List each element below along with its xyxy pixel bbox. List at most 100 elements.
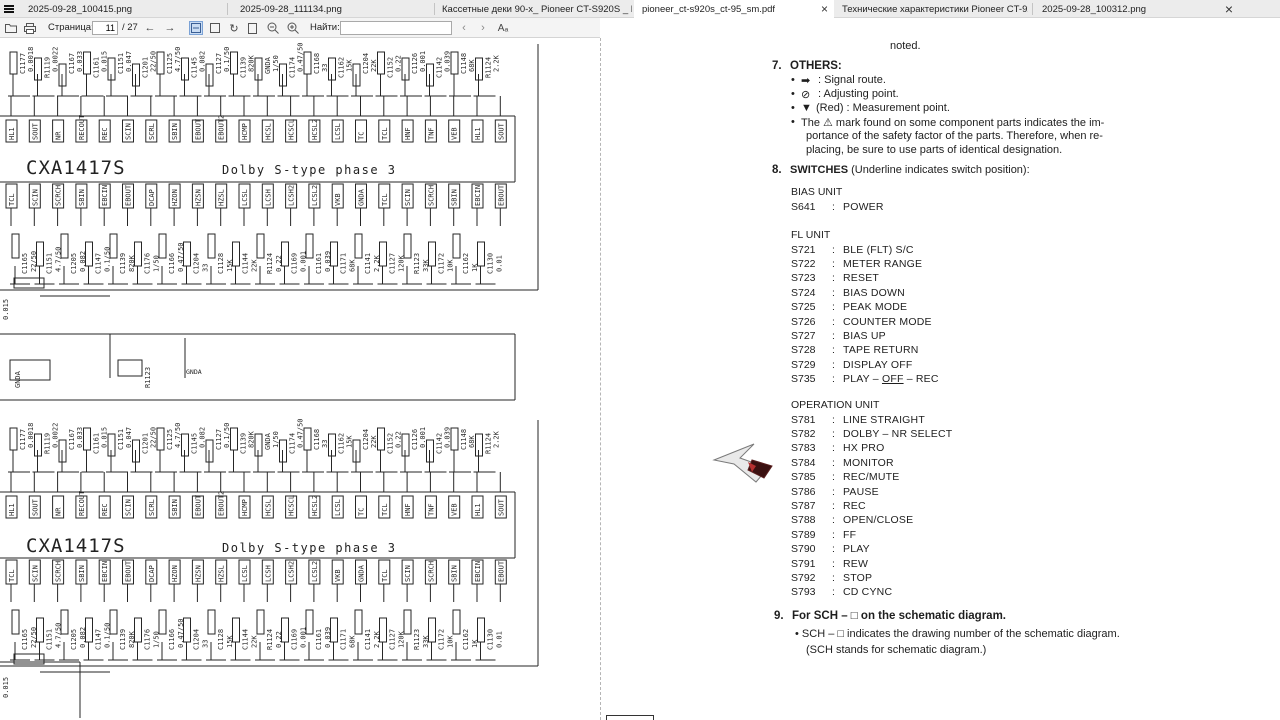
ic-pin-label: SBIN [171,499,179,516]
page-number-input[interactable] [92,21,118,35]
resistor-box [450,51,459,75]
ic-pin-label: TCL [381,503,389,516]
ic-pin-label: SCIN [404,189,412,206]
tab-web-article[interactable]: Кассетные деки 90-х_ Pioneer CT-S920S _ … [434,0,632,18]
ground-label: GNDA [186,368,202,376]
rotate-icon[interactable]: ↻ [227,21,241,35]
section-8-title: SWITCHES (Underline indicates switch pos… [790,164,1030,176]
switch-name: PEAK MODE [843,301,908,314]
tab-image-100415[interactable]: 2025-09-28_100415.png [20,0,225,18]
fit-width-icon[interactable] [189,21,203,35]
page-edge-tab [606,715,654,720]
switch-colon: : [832,257,835,270]
component-label: C1161 [315,253,323,274]
ic-pin-label: EBCIN [101,185,109,206]
ic-pin-label: HL1 [474,127,482,140]
tab-bar: 2025-09-28_100415.png 2025-09-28_111134.… [0,0,1280,18]
fit-page-icon[interactable] [208,21,222,35]
component-value: 33 [321,440,329,448]
ic-pin-label: HL1 [8,127,16,140]
component-value: 0.01 [496,255,504,272]
find-previous-icon[interactable]: ‹ [457,21,471,35]
component-value: 0.047 [125,427,133,448]
tab-image-100312[interactable]: 2025-09-28_100312.png [1034,0,1234,18]
component-value: 33 [202,640,210,648]
component-label: C1151 [46,253,54,274]
component-value: 0.22 [395,55,403,72]
resistor-box [477,617,485,643]
component-label: C1167 [68,53,76,74]
open-folder-icon[interactable] [4,21,18,35]
find-next-icon[interactable]: › [476,21,490,35]
switch-name: POWER [843,200,884,213]
adjusting-point-icon: ⊘ [801,89,811,101]
switch-colon: : [832,557,835,570]
tab-image-111134[interactable]: 2025-09-28_111134.png [232,0,432,18]
switch-code: S792 [791,571,816,584]
ic-pin-label: SCRL [148,123,156,140]
switch-code: S793 [791,586,816,599]
component-label: C1171 [340,253,348,274]
resistor-box [83,51,91,75]
zoom-out-icon[interactable] [266,21,280,35]
component-label: R1123 [144,367,152,388]
new-tab-close-icon[interactable]: × [1222,1,1236,17]
switch-code: S781 [791,413,816,426]
tab-separator [227,3,228,15]
page-total: / 27 [122,22,138,33]
ic-pin-label: TC [358,132,366,140]
component-label: C1145 [191,433,199,454]
switch-colon: : [832,543,835,556]
next-page-icon[interactable]: → [163,21,177,35]
bullet: • [791,116,795,128]
ic-pin-label: EBCIN [101,561,109,582]
component-label: GNDA [264,56,272,74]
tab-pdf-active[interactable]: pioneer_ct-s920s_ct-95_sm.pdf × [634,0,834,18]
resistor-box [452,233,461,259]
component-label: C1147 [95,629,103,650]
switch-name: BLE (FLT) S/C [843,243,914,256]
switch-code: S723 [791,272,816,285]
switch-colon: : [832,442,835,455]
ic-pin-label: VKB [334,569,342,582]
component-value: 0.033 [76,427,84,448]
previous-page-icon[interactable]: ← [143,21,157,35]
ic-pin-label: VEB [451,503,459,516]
close-tab-icon[interactable]: × [821,2,828,16]
resistor-box [450,427,459,451]
component-label: C1205 [70,253,78,274]
component-value: 0.001 [419,427,427,448]
rotate-page-icon[interactable] [246,21,260,35]
document-viewport[interactable]: CXA1417S Dolby S-type phase 3 CXA1417S D… [0,38,1280,720]
find-input[interactable] [340,21,452,35]
signal-route-text: : Signal route. [818,74,886,86]
tab-label: 2025-09-28_100312.png [1042,3,1147,15]
ic-pin-label: SBIN [78,189,86,206]
zoom-in-icon[interactable] [286,21,300,35]
component-label: C1127 [215,429,223,450]
component-value: 0.015 [101,427,109,448]
component-label: R1124 [266,629,274,650]
ic-pin-label: EBCIN [474,185,482,206]
resistor-box [156,51,165,75]
component-label: C1151 [117,53,125,74]
component-label: C1205 [70,629,78,650]
component-label: C1152 [387,433,395,454]
switch-code: S727 [791,329,816,342]
match-case-icon[interactable]: Aₐ [496,21,510,35]
tab-specs[interactable]: Технические характеристики Pioneer CT-92… [834,0,1030,18]
component-value: 0.082 [199,427,207,448]
ic-pin-label: LCSL [334,499,342,516]
section-9-title: For SCH – □ on the schematic diagram. [792,610,1006,622]
resistor-box [230,51,238,75]
ic-pin-label: SBIN [451,189,459,206]
switch-name: PLAY – OFF – REC [843,373,939,385]
print-icon[interactable] [23,21,37,35]
ic-pin-label: HCMP [241,123,249,140]
resistor-box [207,233,216,259]
ic-pin-label: SCRCH [427,561,435,582]
switches-note: (Underline indicates switch position): [848,164,1030,176]
switch-name: CD CYNC [843,586,893,599]
ic-pin-label: SCRCH [55,185,63,206]
component-value: 10K [447,259,455,272]
